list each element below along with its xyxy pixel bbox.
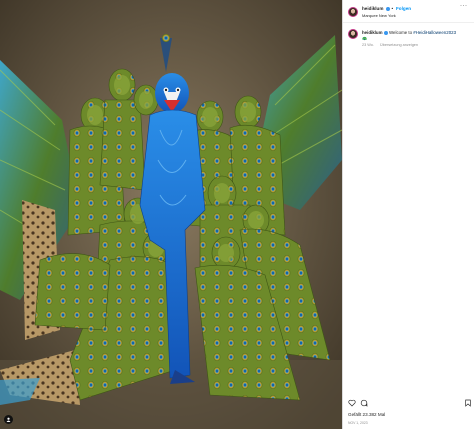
verified-badge-icon [386, 7, 390, 11]
avatar[interactable] [348, 7, 358, 17]
action-bar [343, 396, 474, 408]
caption-time: 23 Wo. [362, 43, 374, 47]
caption-avatar[interactable] [348, 29, 358, 39]
username[interactable]: heidiklum [362, 6, 383, 11]
see-translation-link[interactable]: Übersetzung anzeigen [380, 43, 418, 47]
caption-text: Welcome to [388, 30, 414, 35]
caption-hashtag[interactable]: #HeidiHalloween2023 [413, 30, 456, 35]
more-options-icon[interactable]: ··· [460, 3, 468, 9]
bookmark-icon[interactable] [464, 399, 472, 407]
caption-username[interactable]: heidiklum [362, 30, 383, 35]
caption-meta: 23 Wo. Übersetzung anzeigen [362, 43, 418, 47]
location-link[interactable]: Marquee New York [362, 13, 396, 18]
post-image[interactable] [0, 0, 342, 429]
peacock-costume-photo [0, 0, 342, 429]
verified-badge-icon [383, 30, 388, 35]
post-sidebar: heidiklum • Folgen Marquee New York ··· … [342, 0, 474, 429]
caption: heidiklum Welcome to #HeidiHalloween2023 [362, 30, 456, 35]
follow-button[interactable]: Folgen [396, 6, 411, 11]
heart-icon[interactable] [348, 399, 356, 407]
post-date: NOV 1, 2023 [348, 421, 368, 425]
post-header: heidiklum • Folgen Marquee New York ··· [343, 0, 474, 23]
comment-icon[interactable] [360, 399, 368, 407]
user-tag-icon[interactable] [4, 415, 13, 424]
caption-emoji: 🦚 [362, 35, 367, 41]
separator: • [391, 5, 394, 11]
likes-count[interactable]: Gefällt 23.382 Mal [348, 412, 385, 417]
